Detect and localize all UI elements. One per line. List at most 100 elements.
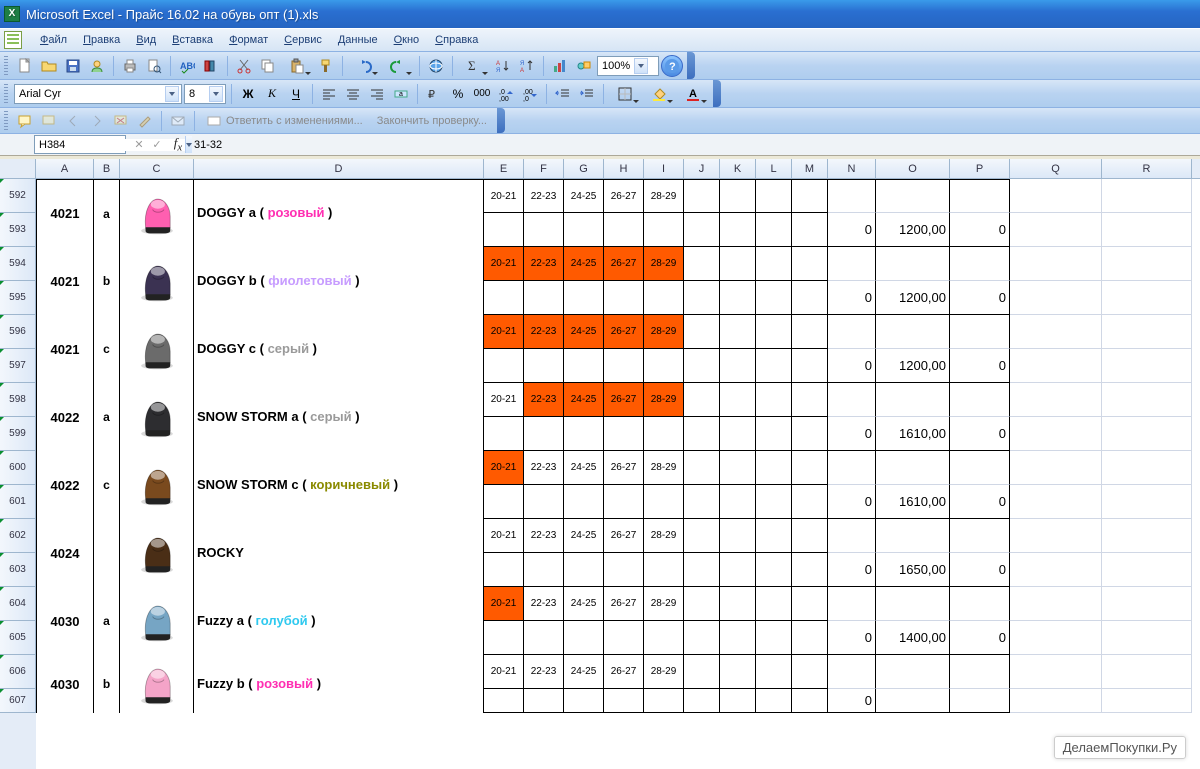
select-all-corner[interactable]: [0, 159, 36, 179]
enter-formula-icon[interactable]: ✓: [148, 134, 166, 156]
chart-icon[interactable]: [549, 55, 571, 77]
cell[interactable]: 24-25: [564, 383, 604, 417]
cell[interactable]: 26-27: [604, 655, 644, 689]
cell[interactable]: 0: [950, 213, 1010, 247]
cell[interactable]: [1010, 519, 1102, 553]
cell[interactable]: [720, 451, 756, 485]
new-comment-icon[interactable]: [14, 110, 36, 132]
cell[interactable]: 1610,00: [876, 417, 950, 451]
cell[interactable]: [644, 281, 684, 315]
toolbar-grip[interactable]: [4, 111, 8, 131]
cell[interactable]: [1102, 179, 1192, 213]
row-header-603[interactable]: 603: [0, 553, 36, 587]
cell[interactable]: [684, 451, 720, 485]
cell[interactable]: [876, 689, 950, 713]
cell[interactable]: [950, 451, 1010, 485]
cell[interactable]: [120, 383, 194, 451]
cell[interactable]: c: [94, 451, 120, 519]
delete-comment-icon[interactable]: [110, 110, 132, 132]
row-header-604[interactable]: 604: [0, 587, 36, 621]
cell[interactable]: [644, 485, 684, 519]
cell[interactable]: 0: [950, 349, 1010, 383]
cell[interactable]: DOGGY b ( фиолетовый ): [194, 247, 484, 315]
cell[interactable]: [484, 485, 524, 519]
cell[interactable]: [684, 417, 720, 451]
menu-Правка[interactable]: Правка: [75, 29, 128, 51]
cell[interactable]: [792, 349, 828, 383]
menu-Вид[interactable]: Вид: [128, 29, 164, 51]
col-header-B[interactable]: B: [94, 159, 120, 178]
cell[interactable]: [950, 655, 1010, 689]
cell[interactable]: 0: [828, 485, 876, 519]
cell[interactable]: 1650,00: [876, 553, 950, 587]
cell[interactable]: 4021: [36, 179, 94, 247]
cell[interactable]: a: [94, 587, 120, 655]
cell[interactable]: [792, 655, 828, 689]
cell[interactable]: [644, 689, 684, 713]
cell[interactable]: [1102, 281, 1192, 315]
cell[interactable]: 4024: [36, 519, 94, 587]
col-header-Q[interactable]: Q: [1010, 159, 1102, 178]
format-painter-icon[interactable]: [315, 55, 337, 77]
cell[interactable]: [792, 417, 828, 451]
cell[interactable]: [564, 417, 604, 451]
cell[interactable]: 0: [828, 621, 876, 655]
cell[interactable]: [792, 485, 828, 519]
cell[interactable]: 1200,00: [876, 349, 950, 383]
cell[interactable]: [484, 689, 524, 713]
name-box[interactable]: [34, 135, 126, 154]
cell[interactable]: [1102, 587, 1192, 621]
cell[interactable]: 0: [828, 213, 876, 247]
cell[interactable]: [950, 247, 1010, 281]
cell[interactable]: 0: [828, 689, 876, 713]
cell[interactable]: [484, 417, 524, 451]
cell[interactable]: [876, 587, 950, 621]
cell[interactable]: Fuzzy b ( розовый ): [194, 655, 484, 713]
cell[interactable]: [120, 247, 194, 315]
cell[interactable]: 26-27: [604, 247, 644, 281]
cell[interactable]: [756, 655, 792, 689]
col-header-H[interactable]: H: [604, 159, 644, 178]
cell[interactable]: [684, 553, 720, 587]
cell[interactable]: [792, 179, 828, 213]
cell[interactable]: 20-21: [484, 587, 524, 621]
cell[interactable]: [1102, 689, 1192, 713]
cell[interactable]: [524, 213, 564, 247]
drawing-icon[interactable]: [573, 55, 595, 77]
fx-icon[interactable]: fx: [166, 135, 190, 154]
cell[interactable]: [950, 587, 1010, 621]
decrease-decimal-icon[interactable]: ,00,0: [519, 83, 541, 105]
cell[interactable]: 0: [950, 281, 1010, 315]
cell[interactable]: [644, 553, 684, 587]
cell[interactable]: [564, 689, 604, 713]
cell[interactable]: 28-29: [644, 179, 684, 213]
hyperlink-icon[interactable]: [425, 55, 447, 77]
cell[interactable]: [94, 519, 120, 587]
cell[interactable]: 4022: [36, 451, 94, 519]
cell[interactable]: [684, 315, 720, 349]
cell[interactable]: [756, 485, 792, 519]
cell[interactable]: [950, 179, 1010, 213]
cell[interactable]: 28-29: [644, 383, 684, 417]
toolbar-grip[interactable]: [4, 84, 8, 104]
cell[interactable]: [756, 179, 792, 213]
undo-icon[interactable]: [348, 55, 380, 77]
cell[interactable]: [876, 383, 950, 417]
cell[interactable]: [684, 349, 720, 383]
cell[interactable]: [828, 451, 876, 485]
col-header-G[interactable]: G: [564, 159, 604, 178]
cell[interactable]: 1200,00: [876, 213, 950, 247]
cell[interactable]: 24-25: [564, 315, 604, 349]
cell[interactable]: [792, 247, 828, 281]
cell[interactable]: 20-21: [484, 315, 524, 349]
cell[interactable]: [484, 349, 524, 383]
cell[interactable]: 22-23: [524, 655, 564, 689]
cell[interactable]: 24-25: [564, 179, 604, 213]
cell[interactable]: [828, 247, 876, 281]
cell[interactable]: 0: [828, 553, 876, 587]
cell[interactable]: [484, 213, 524, 247]
increase-decimal-icon[interactable]: ,0,00: [495, 83, 517, 105]
col-header-A[interactable]: A: [36, 159, 94, 178]
sort-desc-icon[interactable]: ЯА: [516, 55, 538, 77]
cell[interactable]: [1010, 587, 1102, 621]
